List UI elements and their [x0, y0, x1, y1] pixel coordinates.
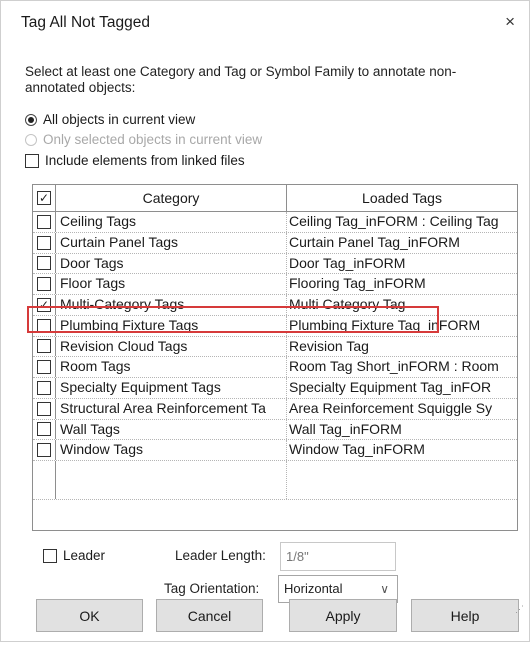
leader-checkbox[interactable]: Leader: [43, 548, 105, 563]
table-row[interactable]: Structural Area Reinforcement Ta Area Rei…: [33, 398, 517, 420]
instructions-text: Select at least one Category and Tag or …: [25, 64, 457, 95]
loaded-tag-cell[interactable]: Flooring Tag_inFORM: [287, 274, 517, 294]
radio-selected-icon[interactable]: [25, 113, 37, 126]
include-linked-checkbox[interactable]: Include elements from linked files: [25, 153, 245, 168]
table-row[interactable]: Revision Cloud Tags Revision Tag: [33, 336, 517, 358]
close-icon[interactable]: ×: [505, 12, 515, 32]
checkbox-unchecked-icon[interactable]: [43, 548, 57, 563]
loaded-tag-cell[interactable]: Ceiling Tag_inFORM : Ceiling Tag: [287, 212, 517, 232]
leader-length-label: Leader Length:: [175, 548, 266, 563]
help-button[interactable]: Help: [411, 599, 519, 632]
table-row[interactable]: Room Tags Room Tag Short_inFORM : Room: [33, 357, 517, 378]
row-checkbox[interactable]: [37, 277, 51, 292]
category-cell[interactable]: Ceiling Tags: [56, 212, 287, 232]
table-row[interactable]: Wall Tags Wall Tag_inFORM: [33, 419, 517, 441]
row-checkbox[interactable]: [37, 256, 51, 271]
leader-length-input[interactable]: 1/8": [280, 542, 396, 571]
table-row[interactable]: Ceiling Tags Ceiling Tag_inFORM : Ceiling…: [33, 212, 517, 233]
column-header-category[interactable]: Category: [56, 185, 287, 211]
leader-label: Leader: [63, 548, 106, 563]
table-header: ✓ Category Loaded Tags: [33, 185, 517, 212]
category-cell[interactable]: Specialty Equipment Tags: [56, 378, 287, 398]
category-cell[interactable]: Floor Tags: [56, 274, 287, 294]
radio-disabled-icon: [25, 133, 37, 146]
category-cell[interactable]: Structural Area Reinforcement Ta: [56, 398, 287, 419]
category-cell[interactable]: Plumbing Fixture Tags: [56, 315, 287, 336]
row-checkbox-checked[interactable]: ✓: [37, 297, 51, 312]
table-row-empty[interactable]: [33, 461, 517, 500]
loaded-tag-cell[interactable]: Multi Category Tag: [287, 295, 517, 315]
table-row[interactable]: Window Tags Window Tag_inFORM: [33, 440, 517, 461]
loaded-tag-cell[interactable]: Door Tag_inFORM: [287, 254, 517, 274]
table-row[interactable]: Floor Tags Flooring Tag_inFORM: [33, 274, 517, 295]
apply-button[interactable]: Apply: [289, 599, 397, 632]
row-checkbox[interactable]: [37, 360, 51, 375]
dialog-title: Tag All Not Tagged: [21, 14, 150, 31]
row-checkbox[interactable]: [37, 422, 51, 437]
category-cell[interactable]: Multi-Category Tags: [56, 295, 287, 315]
loaded-tag-cell[interactable]: Area Reinforcement Squiggle Sy: [287, 399, 517, 419]
radio-all-objects-label: All objects in current view: [43, 112, 196, 127]
tag-orientation-value: Horizontal: [284, 581, 343, 596]
category-cell[interactable]: Revision Cloud Tags: [56, 336, 287, 357]
column-header-loaded-tags[interactable]: Loaded Tags: [287, 185, 517, 211]
radio-only-selected-label: Only selected objects in current view: [43, 132, 263, 147]
cancel-button[interactable]: Cancel: [156, 599, 263, 632]
checkbox-unchecked-icon[interactable]: [25, 153, 39, 168]
table-row[interactable]: Door Tags Door Tag_inFORM: [33, 253, 517, 275]
resize-grip-icon[interactable]: ⋰: [515, 604, 524, 615]
category-cell[interactable]: Door Tags: [56, 253, 287, 274]
loaded-tag-cell[interactable]: Specialty Equipment Tag_inFOR: [287, 378, 517, 398]
category-cell[interactable]: Wall Tags: [56, 419, 287, 440]
table-body: Ceiling Tags Ceiling Tag_inFORM : Ceiling…: [33, 212, 517, 500]
category-cell[interactable]: Curtain Panel Tags: [56, 232, 287, 253]
row-checkbox[interactable]: [37, 443, 51, 458]
select-all-checkbox[interactable]: ✓: [37, 191, 51, 205]
row-checkbox[interactable]: [37, 339, 51, 354]
table-row[interactable]: Curtain Panel Tags Curtain Panel Tag_inFO…: [33, 232, 517, 254]
loaded-tag-cell[interactable]: Room Tag Short_inFORM : Room: [287, 357, 517, 377]
loaded-tag-cell[interactable]: Wall Tag_inFORM: [287, 420, 517, 440]
loaded-tag-cell[interactable]: Revision Tag: [287, 337, 517, 357]
loaded-tag-cell[interactable]: Window Tag_inFORM: [287, 440, 517, 460]
row-checkbox[interactable]: [37, 235, 51, 250]
table-row-selected[interactable]: ✓ Multi-Category Tags Multi Category Tag: [33, 295, 517, 316]
title-bar[interactable]: Tag All Not Tagged ×: [1, 1, 529, 43]
category-cell[interactable]: Window Tags: [56, 440, 287, 460]
select-all-cell[interactable]: ✓: [33, 185, 56, 211]
table-row[interactable]: Plumbing Fixture Tags Plumbing Fixture Ta…: [33, 315, 517, 337]
row-checkbox[interactable]: [37, 401, 51, 416]
radio-only-selected: Only selected objects in current view: [25, 132, 262, 147]
include-linked-label: Include elements from linked files: [45, 153, 245, 168]
row-checkbox[interactable]: [37, 318, 51, 333]
row-checkbox[interactable]: [37, 214, 51, 229]
tag-all-not-tagged-dialog: Tag All Not Tagged × Select at least one…: [0, 0, 530, 642]
ok-button[interactable]: OK: [36, 599, 143, 632]
tag-orientation-label: Tag Orientation:: [164, 581, 260, 596]
loaded-tag-cell[interactable]: Curtain Panel Tag_inFORM: [287, 233, 517, 253]
category-tag-table: ✓ Category Loaded Tags Ceiling Tags Ceili…: [32, 184, 518, 531]
loaded-tag-cell[interactable]: Plumbing Fixture Tag_inFORM: [287, 316, 517, 336]
row-checkbox[interactable]: [37, 380, 51, 395]
radio-all-objects[interactable]: All objects in current view: [25, 112, 195, 127]
category-cell[interactable]: Room Tags: [56, 357, 287, 377]
table-row[interactable]: Specialty Equipment Tags Specialty Equipm…: [33, 378, 517, 399]
